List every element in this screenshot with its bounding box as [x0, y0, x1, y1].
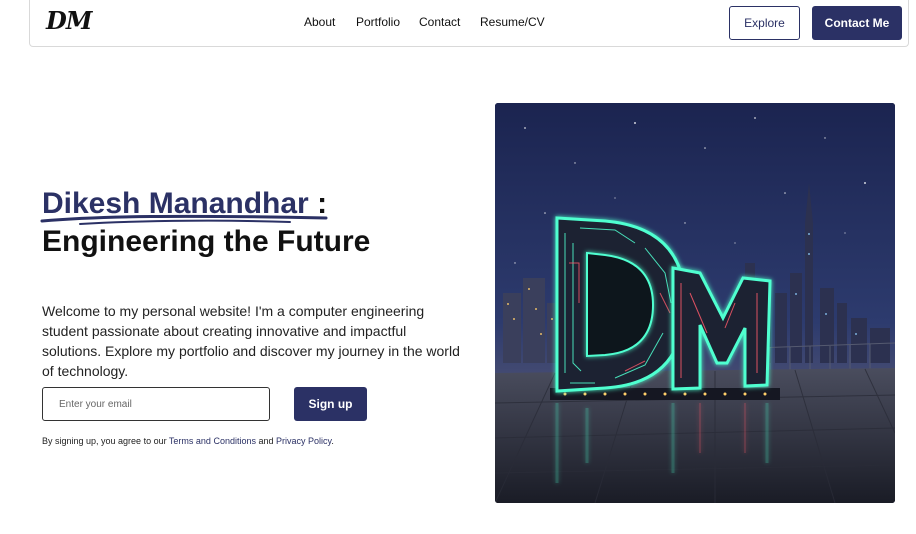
explore-button[interactable]: Explore — [729, 6, 800, 40]
hero-subtitle: Engineering the Future — [42, 225, 371, 258]
contact-me-button[interactable]: Contact Me — [812, 6, 902, 40]
site-logo[interactable]: DM — [46, 6, 92, 35]
terms-notice: By signing up, you agree to our Terms an… — [42, 436, 462, 446]
hero-description: Welcome to my personal website! I'm a co… — [42, 303, 460, 379]
terms-prefix: By signing up, you agree to our — [42, 436, 169, 446]
terms-link[interactable]: Terms and Conditions — [169, 436, 256, 446]
privacy-link[interactable]: Privacy Policy — [276, 436, 331, 446]
dm-sign-illustration — [495, 103, 895, 503]
email-input[interactable] — [42, 387, 270, 421]
signup-button[interactable]: Sign up — [294, 387, 367, 421]
navbar: DM About Portfolio Contact Resume/CV Exp… — [29, 0, 909, 47]
nav-link-about[interactable]: About — [304, 15, 335, 29]
hero-title: Dikesh Manandhar : Engineering the Futur… — [40, 185, 462, 261]
terms-suffix: . — [331, 436, 334, 446]
hero-image — [495, 103, 895, 503]
name-underline-icon — [40, 214, 328, 225]
hero-name-wrap: Dikesh Manandhar — [40, 185, 328, 225]
nav-link-portfolio[interactable]: Portfolio — [356, 15, 400, 29]
terms-and: and — [255, 436, 276, 446]
nav-link-resume[interactable]: Resume/CV — [480, 15, 545, 29]
nav-link-contact[interactable]: Contact — [419, 15, 460, 29]
